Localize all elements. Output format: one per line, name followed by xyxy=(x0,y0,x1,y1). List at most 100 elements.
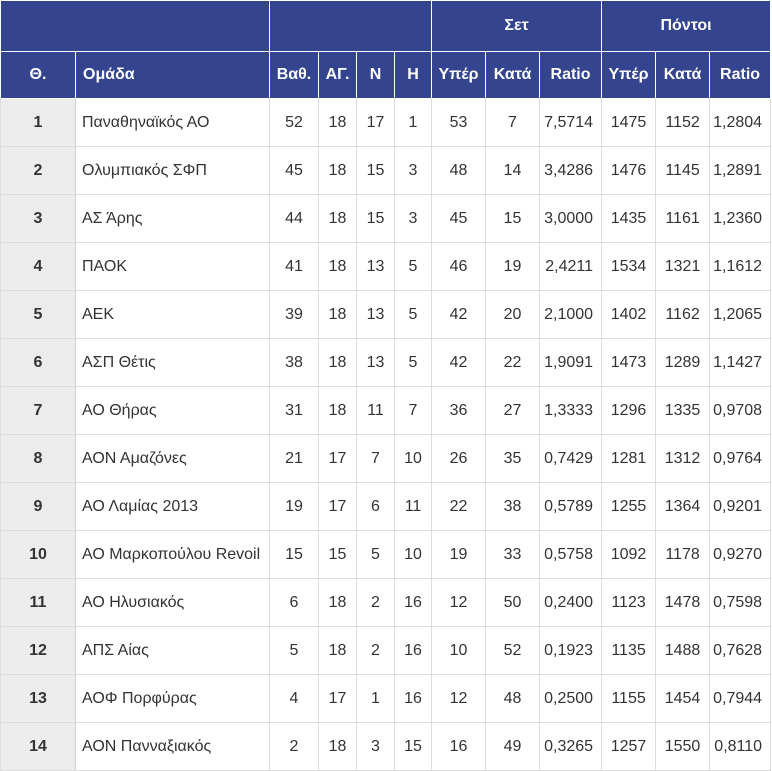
points-against-cell: 1335 xyxy=(655,386,711,435)
sets-against-cell: 49 xyxy=(485,722,540,771)
col-header-sets-for[interactable]: Υπέρ xyxy=(431,51,486,99)
team-name-cell[interactable]: ΑΟ Ηλυσιακός xyxy=(75,578,270,627)
col-header-sets-ratio[interactable]: Ratio xyxy=(538,51,603,99)
sets-for-cell: 12 xyxy=(431,578,486,627)
position-cell: 4 xyxy=(0,242,76,291)
table-row[interactable]: 7 ΑΟ Θήρας 31 18 11 7 36 27 1,3333 1296 … xyxy=(0,386,772,435)
col-header-won[interactable]: Ν xyxy=(356,51,395,99)
sets-ratio-cell: 7,5714 xyxy=(538,98,603,147)
table-row[interactable]: 4 ΠΑΟΚ 41 18 13 5 46 19 2,4211 1534 1321… xyxy=(0,242,772,291)
standings-table: Σετ Πόντοι Θ. Ομάδα Βαθ. ΑΓ. Ν Η Υπέρ Κα… xyxy=(0,0,772,771)
group-header-blank-left xyxy=(0,0,270,52)
table-row[interactable]: 1 Παναθηναϊκός ΑΟ 52 18 17 1 53 7 7,5714… xyxy=(0,98,772,147)
position-cell: 9 xyxy=(0,482,76,531)
table-row[interactable]: 6 ΑΣΠ Θέτις 38 18 13 5 42 22 1,9091 1473… xyxy=(0,338,772,387)
points-for-cell: 1476 xyxy=(601,146,657,195)
table-row[interactable]: 9 ΑΟ Λαμίας 2013 19 17 6 11 22 38 0,5789… xyxy=(0,482,772,531)
points-ratio-cell: 0,9708 xyxy=(709,386,772,435)
team-name-cell[interactable]: ΑΕΚ xyxy=(75,290,270,339)
points-ratio-cell: 0,9270 xyxy=(709,530,772,579)
played-cell: 18 xyxy=(318,98,357,147)
position-cell: 12 xyxy=(0,626,76,675)
team-name-cell[interactable]: Ολυμπιακός ΣΦΠ xyxy=(75,146,270,195)
team-name-cell[interactable]: ΑΣΠ Θέτις xyxy=(75,338,270,387)
won-cell: 5 xyxy=(356,530,395,579)
points-against-cell: 1161 xyxy=(655,194,711,243)
points-for-cell: 1296 xyxy=(601,386,657,435)
table-row[interactable]: 11 ΑΟ Ηλυσιακός 6 18 2 16 12 50 0,2400 1… xyxy=(0,578,772,627)
won-cell: 6 xyxy=(356,482,395,531)
won-cell: 13 xyxy=(356,338,395,387)
points-ratio-cell: 1,2891 xyxy=(709,146,772,195)
col-header-points-for[interactable]: Υπέρ xyxy=(601,51,657,99)
sets-ratio-cell: 2,4211 xyxy=(538,242,603,291)
sets-against-cell: 20 xyxy=(485,290,540,339)
col-header-team[interactable]: Ομάδα xyxy=(75,51,270,99)
won-cell: 2 xyxy=(356,626,395,675)
col-header-position[interactable]: Θ. xyxy=(0,51,76,99)
sets-for-cell: 45 xyxy=(431,194,486,243)
team-name-cell[interactable]: ΑΠΣ Αίας xyxy=(75,626,270,675)
table-row[interactable]: 12 ΑΠΣ Αίας 5 18 2 16 10 52 0,1923 1135 … xyxy=(0,626,772,675)
team-name-cell[interactable]: ΑΟΝ Πανναξιακός xyxy=(75,722,270,771)
played-cell: 18 xyxy=(318,290,357,339)
table-row[interactable]: 8 ΑΟΝ Αμαζόνες 21 17 7 10 26 35 0,7429 1… xyxy=(0,434,772,483)
col-header-points-against[interactable]: Κατά xyxy=(655,51,711,99)
col-header-played[interactable]: ΑΓ. xyxy=(318,51,357,99)
played-cell: 17 xyxy=(318,434,357,483)
sets-for-cell: 53 xyxy=(431,98,486,147)
team-name-cell[interactable]: ΑΟΝ Αμαζόνες xyxy=(75,434,270,483)
lost-cell: 16 xyxy=(394,578,432,627)
sets-against-cell: 19 xyxy=(485,242,540,291)
sets-against-cell: 50 xyxy=(485,578,540,627)
col-header-sets-against[interactable]: Κατά xyxy=(485,51,540,99)
sets-ratio-cell: 3,0000 xyxy=(538,194,603,243)
position-cell: 5 xyxy=(0,290,76,339)
position-cell: 13 xyxy=(0,674,76,723)
points-against-cell: 1152 xyxy=(655,98,711,147)
points-against-cell: 1454 xyxy=(655,674,711,723)
played-cell: 18 xyxy=(318,578,357,627)
sets-for-cell: 36 xyxy=(431,386,486,435)
sets-ratio-cell: 1,9091 xyxy=(538,338,603,387)
table-row[interactable]: 5 ΑΕΚ 39 18 13 5 42 20 2,1000 1402 1162 … xyxy=(0,290,772,339)
position-cell: 2 xyxy=(0,146,76,195)
team-name-cell[interactable]: ΠΑΟΚ xyxy=(75,242,270,291)
points-ratio-cell: 0,7628 xyxy=(709,626,772,675)
table-row[interactable]: 3 ΑΣ Άρης 44 18 15 3 45 15 3,0000 1435 1… xyxy=(0,194,772,243)
points-ratio-cell: 0,9201 xyxy=(709,482,772,531)
won-cell: 13 xyxy=(356,290,395,339)
points-cell: 44 xyxy=(269,194,319,243)
col-header-lost[interactable]: Η xyxy=(394,51,432,99)
table-row[interactable]: 2 Ολυμπιακός ΣΦΠ 45 18 15 3 48 14 3,4286… xyxy=(0,146,772,195)
team-name-cell[interactable]: Παναθηναϊκός ΑΟ xyxy=(75,98,270,147)
team-name-cell[interactable]: ΑΟ Μαρκοπούλου Revoil xyxy=(75,530,270,579)
team-name-cell[interactable]: ΑΟΦ Πορφύρας xyxy=(75,674,270,723)
points-ratio-cell: 0,8110 xyxy=(709,722,772,771)
sets-against-cell: 48 xyxy=(485,674,540,723)
sets-ratio-cell: 2,1000 xyxy=(538,290,603,339)
team-name-cell[interactable]: ΑΟ Θήρας xyxy=(75,386,270,435)
sets-ratio-cell: 0,2500 xyxy=(538,674,603,723)
won-cell: 3 xyxy=(356,722,395,771)
col-header-points-ratio[interactable]: Ratio xyxy=(709,51,772,99)
table-row[interactable]: 13 ΑΟΦ Πορφύρας 4 17 1 16 12 48 0,2500 1… xyxy=(0,674,772,723)
position-cell: 6 xyxy=(0,338,76,387)
col-header-points[interactable]: Βαθ. xyxy=(269,51,319,99)
team-name-cell[interactable]: ΑΟ Λαμίας 2013 xyxy=(75,482,270,531)
points-ratio-cell: 1,1612 xyxy=(709,242,772,291)
table-row[interactable]: 14 ΑΟΝ Πανναξιακός 2 18 3 15 16 49 0,326… xyxy=(0,722,772,771)
points-ratio-cell: 1,1427 xyxy=(709,338,772,387)
team-name-cell[interactable]: ΑΣ Άρης xyxy=(75,194,270,243)
points-ratio-cell: 0,7944 xyxy=(709,674,772,723)
lost-cell: 1 xyxy=(394,98,432,147)
won-cell: 17 xyxy=(356,98,395,147)
table-row[interactable]: 10 ΑΟ Μαρκοπούλου Revoil 15 15 5 10 19 3… xyxy=(0,530,772,579)
position-cell: 3 xyxy=(0,194,76,243)
points-for-cell: 1123 xyxy=(601,578,657,627)
played-cell: 18 xyxy=(318,338,357,387)
sets-for-cell: 10 xyxy=(431,626,486,675)
sets-ratio-cell: 0,2400 xyxy=(538,578,603,627)
played-cell: 18 xyxy=(318,722,357,771)
points-for-cell: 1155 xyxy=(601,674,657,723)
